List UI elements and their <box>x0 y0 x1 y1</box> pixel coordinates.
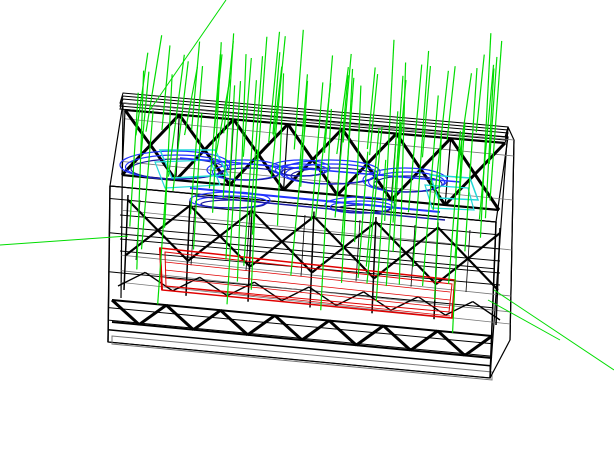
back-chord <box>121 254 511 297</box>
inner-truss-diagonal <box>117 271 146 287</box>
vector-arrow <box>354 85 362 243</box>
ray-right <box>493 289 614 371</box>
back-right-post <box>509 139 515 341</box>
ray-top <box>149 0 227 111</box>
bottom-truss-diagonal <box>409 329 439 352</box>
vector-arrow <box>145 35 163 132</box>
long-ray-lines <box>0 0 614 371</box>
vector-arrow <box>434 130 443 301</box>
column <box>123 194 129 291</box>
vector-arrow <box>293 29 304 150</box>
column <box>185 200 191 296</box>
front-left-post <box>107 185 111 343</box>
vector-arrow <box>446 66 456 140</box>
vector-arrow <box>300 80 309 187</box>
bottom-chord-lower <box>111 321 493 359</box>
bottom-truss-diagonal <box>192 309 222 331</box>
bottom-truss-diagonal <box>355 324 385 347</box>
vector-arrow <box>475 54 485 133</box>
top-truss-vertical <box>444 138 452 206</box>
wireframe-scene[interactable] <box>0 0 614 473</box>
bottom-truss-diagonal <box>301 319 331 342</box>
vector-arrow <box>213 54 223 134</box>
3d-viewport[interactable] <box>0 0 614 473</box>
bottom-truss-diagonal <box>138 303 168 326</box>
vector-arrow <box>392 121 402 253</box>
back-left-post <box>120 102 124 299</box>
right-end-outline <box>489 126 515 379</box>
inner-truss-diagonal <box>199 276 228 297</box>
bottom-truss-diagonal <box>246 314 276 337</box>
bottom-truss-diagonal <box>463 334 493 357</box>
